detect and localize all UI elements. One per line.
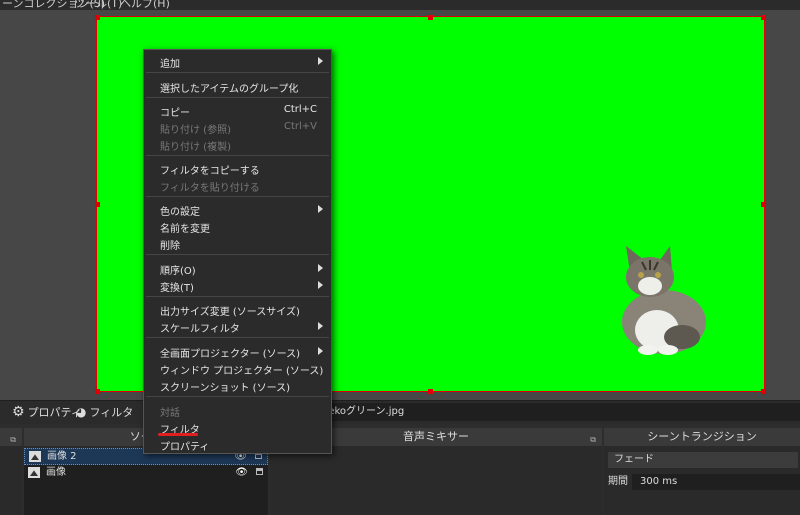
shortcut-paste: Ctrl+V: [283, 121, 317, 132]
submenu-arrow-icon: [318, 205, 323, 213]
lock-icon[interactable]: [256, 468, 263, 475]
menu-separator: [146, 155, 329, 156]
menu-separator: [146, 72, 329, 73]
scenes-dock: ⧉: [0, 428, 22, 515]
menu-item-copy-filters[interactable]: フィルタをコピーする: [160, 162, 260, 177]
resize-handle[interactable]: [95, 15, 100, 20]
submenu-arrow-icon: [318, 57, 323, 65]
cat-image: [622, 246, 706, 355]
filter-icon: ◕: [76, 405, 87, 419]
resize-handle[interactable]: [761, 389, 766, 394]
image-source-icon: [28, 467, 40, 478]
menu-item-rename[interactable]: 名前を変更: [160, 220, 210, 235]
menu-separator: [146, 97, 329, 98]
resize-handle[interactable]: [761, 15, 766, 20]
sources-list: 画像 2 👁 画像 👁: [24, 448, 268, 515]
resize-handle[interactable]: [95, 389, 100, 394]
duration-input[interactable]: 300 ms: [632, 474, 800, 490]
menu-item-copy[interactable]: コピー: [160, 104, 190, 119]
menu-item-properties[interactable]: プロパティ: [160, 438, 209, 453]
resize-handle[interactable]: [761, 202, 766, 207]
menu-item-group[interactable]: 選択したアイテムのグループ化: [160, 80, 298, 95]
menu-separator: [146, 196, 329, 197]
dock-title: ⧉: [0, 428, 22, 446]
menu-item-interact: 対話: [160, 408, 180, 419]
source-toolbar: ⚙ プロパティ ◕ フィルタ nekoグリーン.jpg: [0, 400, 800, 424]
menu-separator: [146, 296, 329, 297]
menu-item-paste-reference: 貼り付け (参照): [160, 125, 231, 136]
menu-item-color[interactable]: 色の設定: [160, 203, 200, 218]
menu-item-scale-filter[interactable]: スケールフィルタ: [160, 320, 240, 335]
submenu-arrow-icon: [318, 347, 323, 355]
gear-icon: ⚙: [12, 404, 25, 420]
shortcut-copy: Ctrl+C: [283, 104, 317, 115]
float-icon[interactable]: ⧉: [10, 431, 16, 449]
source-item-image[interactable]: 画像 👁: [24, 465, 268, 480]
submenu-arrow-icon: [318, 322, 323, 330]
menu-help[interactable]: ヘルプ(H): [120, 0, 170, 10]
highlight-underline: [158, 433, 198, 436]
transitions-title: シーントランジション: [604, 428, 800, 446]
dock-area: ⧉ ソース 画像 2 👁 画像 👁 音声ミキサー ⧉ シーント: [0, 424, 800, 515]
scene-transitions-dock: シーントランジション フェード 期間 300 ms: [604, 428, 800, 515]
menu-item-resize-output[interactable]: 出力サイズ変更 (ソースサイズ): [160, 303, 300, 318]
resize-handle[interactable]: [428, 389, 433, 394]
resize-handle[interactable]: [428, 15, 433, 20]
submenu-arrow-icon: [318, 281, 323, 289]
menu-separator: [146, 396, 329, 397]
filters-button[interactable]: ◕ フィルタ: [76, 404, 133, 420]
properties-button[interactable]: ⚙ プロパティ: [12, 404, 82, 420]
menu-item-window-projector[interactable]: ウィンドウ プロジェクター (ソース): [160, 362, 323, 377]
duration-label: 期間: [608, 476, 628, 487]
menu-tools[interactable]: ツール(T): [74, 0, 122, 10]
context-menu: 追加 選択したアイテムのグループ化 コピー Ctrl+C 貼り付け (参照) C…: [143, 49, 332, 454]
menu-item-transform[interactable]: 変換(T): [160, 279, 194, 294]
menu-separator: [146, 337, 329, 338]
image-source-icon: [29, 451, 41, 462]
menu-item-add[interactable]: 追加: [160, 55, 180, 70]
menu-item-paste-duplicate: 貼り付け (複製): [160, 142, 231, 153]
menu-item-delete[interactable]: 削除: [160, 237, 180, 252]
visibility-eye-icon[interactable]: 👁: [235, 465, 248, 480]
float-icon[interactable]: ⧉: [590, 431, 596, 449]
menu-item-order[interactable]: 順序(O): [160, 262, 196, 277]
submenu-arrow-icon: [318, 264, 323, 272]
menu-item-paste-filters: フィルタを貼り付ける: [160, 183, 260, 194]
source-file-name: nekoグリーン.jpg: [320, 403, 800, 421]
menu-item-screenshot[interactable]: スクリーンショット (ソース): [160, 379, 290, 394]
transition-select[interactable]: フェード: [608, 452, 798, 468]
menu-item-fullscreen-projector[interactable]: 全画面プロジェクター (ソース): [160, 345, 300, 360]
menu-separator: [146, 254, 329, 255]
menu-bar: ーンコレクション(S) ツール(T) ヘルプ(H): [0, 0, 800, 10]
resize-handle[interactable]: [95, 202, 100, 207]
